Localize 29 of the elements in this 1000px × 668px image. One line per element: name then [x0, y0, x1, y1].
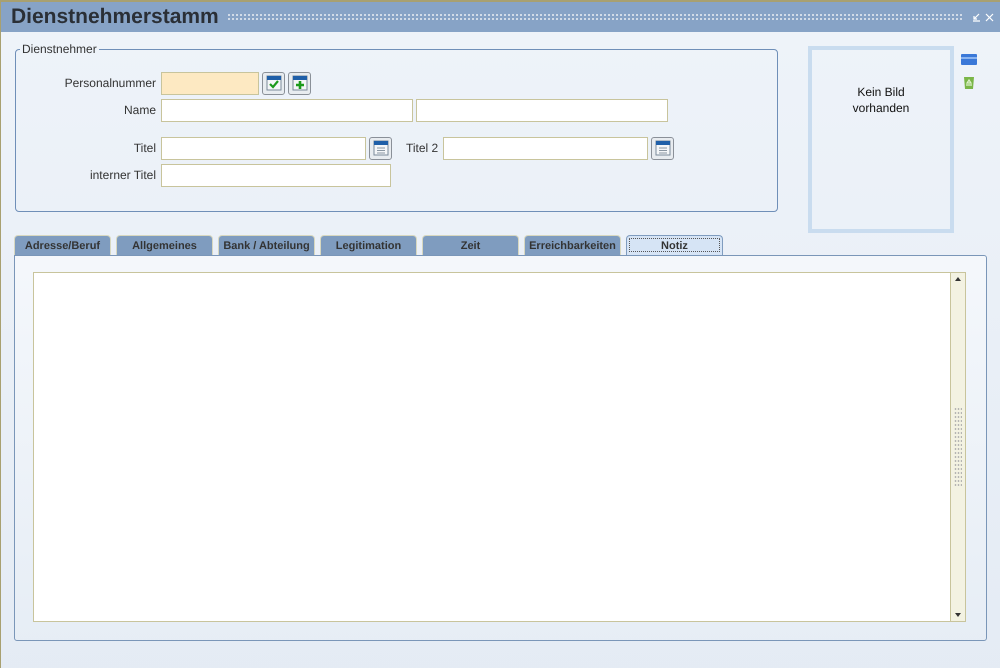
scrollbar[interactable] — [950, 273, 965, 621]
tab[interactable]: Notiz — [626, 235, 723, 255]
add-button[interactable] — [288, 72, 311, 94]
window-title: Dienstnehmerstamm — [11, 5, 219, 29]
close-icon[interactable] — [985, 12, 994, 22]
tab[interactable]: Zeit — [422, 235, 519, 255]
field-label: Titel — [132, 141, 156, 155]
field-label: interner Titel — [88, 168, 156, 182]
field-label: Titel 2 — [406, 141, 438, 155]
field-label: Name — [122, 103, 156, 117]
tab[interactable]: Allgemeines — [116, 235, 213, 255]
tab[interactable]: Erreichbarkeiten — [524, 235, 621, 255]
group-legend: Dienstnehmer — [20, 42, 99, 56]
list-button[interactable] — [369, 136, 392, 160]
input-field[interactable] — [416, 98, 668, 122]
input-field[interactable] — [443, 136, 648, 160]
input-field[interactable] — [161, 72, 259, 94]
list-button[interactable] — [651, 136, 674, 160]
tab[interactable]: Legitimation — [320, 235, 417, 255]
minimize-icon[interactable] — [972, 12, 981, 22]
confirm-button[interactable] — [262, 72, 285, 94]
input-field[interactable] — [161, 136, 366, 160]
tab[interactable]: Adresse/Beruf — [14, 235, 111, 255]
scrollbar-grip[interactable] — [954, 407, 962, 487]
no-photo-text: Kein Bild vorhanden — [852, 84, 910, 116]
input-field[interactable] — [161, 164, 391, 186]
tab[interactable]: Bank / Abteilung — [218, 235, 315, 255]
input-field[interactable] — [161, 98, 413, 122]
field-label: Personalnummer — [64, 76, 156, 90]
